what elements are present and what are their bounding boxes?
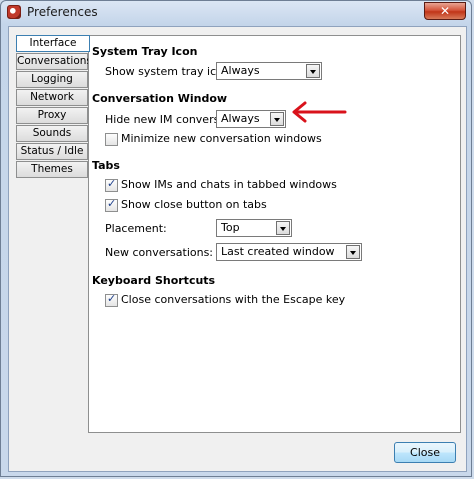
interface-page: System Tray Icon Show system tray icon: … [88,35,461,433]
show-tray-icon-value: Always [221,64,260,77]
show-ims-tabbed-label: Show IMs and chats in tabbed windows [121,178,337,191]
minimize-windows-label: Minimize new conversation windows [121,132,322,145]
dialog-client-area: Interface Conversations Logging Network … [8,26,467,472]
tab-network[interactable]: Network [16,89,88,106]
system-tray-heading: System Tray Icon [92,45,198,58]
tabs-heading: Tabs [92,159,120,172]
tab-themes[interactable]: Themes [16,161,88,178]
chevron-down-icon[interactable] [306,64,320,78]
conversation-window-heading: Conversation Window [92,92,228,105]
tab-status-idle[interactable]: Status / Idle [16,143,88,160]
new-conversations-value: Last created window [221,245,335,258]
hide-new-im-select[interactable]: Always [216,110,286,128]
new-conversations-select[interactable]: Last created window [216,243,362,261]
new-conversations-label: New conversations: [105,246,214,259]
hide-new-im-value: Always [221,112,260,125]
tab-logging[interactable]: Logging [16,71,88,88]
show-tray-icon-select[interactable]: Always [216,62,322,80]
tab-list: Interface Conversations Logging Network … [16,35,92,179]
annotation-arrow-icon [292,101,347,123]
window-close-button[interactable]: ✕ [424,2,466,20]
tab-proxy[interactable]: Proxy [16,107,88,124]
tab-sounds[interactable]: Sounds [16,125,88,142]
show-ims-tabbed-checkbox[interactable] [105,177,118,192]
show-tray-icon-label: Show system tray icon: [105,65,234,78]
tab-conversations[interactable]: Conversations [16,53,92,70]
preferences-window: Preferences ✕ Interface Conversations Lo… [0,0,472,477]
placement-label: Placement: [105,222,167,235]
app-icon [7,5,21,19]
placement-value: Top [221,221,240,234]
placement-select[interactable]: Top [216,219,292,237]
escape-close-checkbox[interactable] [105,292,118,307]
close-button[interactable]: Close [394,442,456,463]
show-close-button-checkbox[interactable] [105,197,118,212]
title-bar[interactable]: Preferences ✕ [1,1,471,25]
window-title: Preferences [27,5,98,19]
show-close-button-label: Show close button on tabs [121,198,267,211]
escape-close-label: Close conversations with the Escape key [121,293,346,306]
chevron-down-icon[interactable] [276,221,290,235]
minimize-windows-checkbox[interactable] [105,133,118,146]
tab-interface[interactable]: Interface [16,35,90,52]
keyboard-shortcuts-heading: Keyboard Shortcuts [92,274,216,287]
chevron-down-icon[interactable] [346,245,360,259]
chevron-down-icon[interactable] [270,112,284,126]
